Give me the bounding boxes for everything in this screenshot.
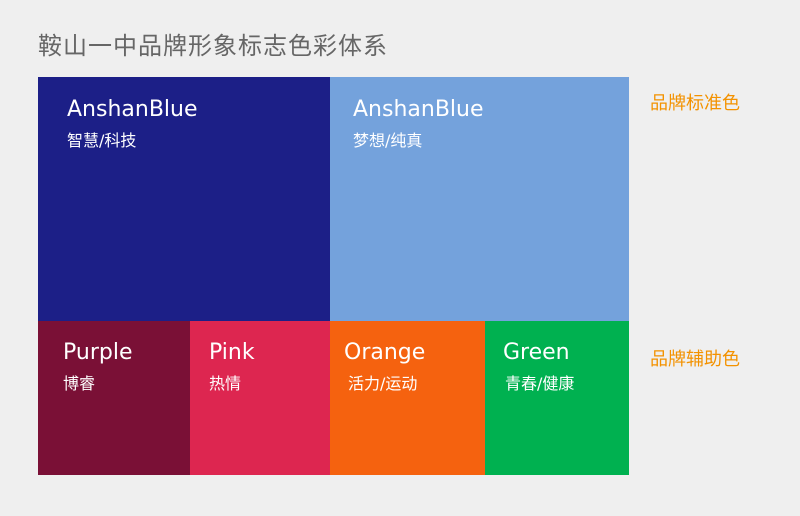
swatch-name: Green: [503, 340, 570, 365]
swatch-name: Pink: [209, 340, 255, 365]
label-auxiliary-colors: 品牌辅助色: [650, 349, 740, 370]
swatch-desc: 活力/运动: [348, 374, 418, 393]
swatch-name: AnshanBlue: [353, 97, 484, 122]
swatch-pink: Pink 热情: [190, 321, 330, 475]
swatch-green: Green 青春/健康: [485, 321, 629, 475]
swatch-name: AnshanBlue: [67, 97, 198, 122]
swatch-desc: 博睿: [63, 374, 96, 393]
swatch-orange: Orange 活力/运动: [330, 321, 485, 475]
swatch-name: Orange: [344, 340, 426, 365]
page-title: 鞍山一中品牌形象标志色彩体系: [38, 32, 388, 60]
swatch-purple: Purple 博睿: [38, 321, 190, 475]
swatch-anshan-blue-light: AnshanBlue 梦想/纯真: [330, 77, 629, 321]
swatch-name: Purple: [63, 340, 133, 365]
swatch-anshan-blue-dark: AnshanBlue 智慧/科技: [38, 77, 330, 321]
label-standard-colors: 品牌标准色: [650, 93, 740, 114]
swatch-desc: 梦想/纯真: [353, 131, 423, 150]
swatch-desc: 热情: [209, 374, 242, 393]
swatch-desc: 青春/健康: [505, 374, 575, 393]
swatch-desc: 智慧/科技: [67, 131, 137, 150]
